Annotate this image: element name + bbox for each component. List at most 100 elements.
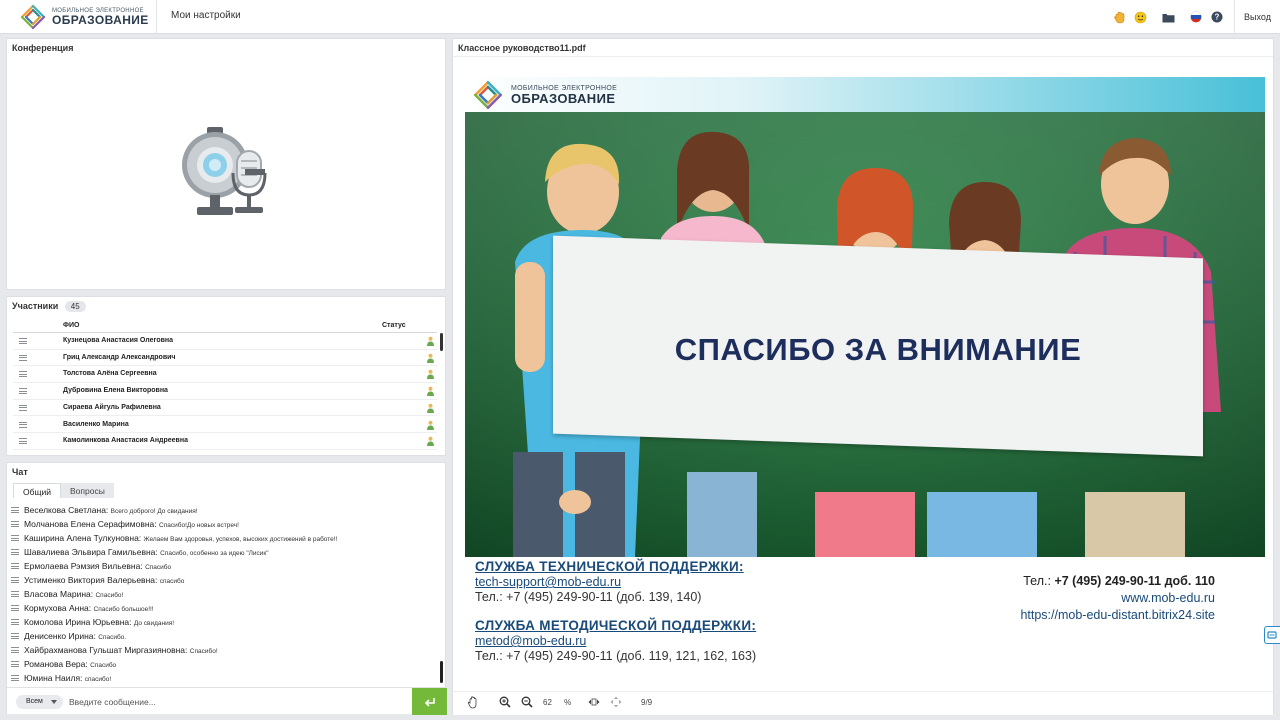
chat-message-author: Веселкова Светлана: Всего доброго! До св… [24,505,198,515]
send-button[interactable] [412,688,447,715]
chat-message-menu-icon[interactable] [11,647,19,653]
chat-title: Чат [12,467,28,477]
participant-row[interactable]: Толстова Алёна Сергеевна [13,366,437,383]
chat-message: Денисенко Ирина: Спасибо. [11,630,439,644]
chat-message-menu-icon[interactable] [11,675,19,681]
participant-status-icon [427,336,434,346]
chat-message-menu-icon[interactable] [11,577,19,583]
tech-support-phone: Тел.: +7 (495) 249-90-11 (доб. 139, 140) [475,590,702,604]
top-divider [156,0,157,34]
participant-menu-icon[interactable] [19,388,27,395]
chat-message-menu-icon[interactable] [11,535,19,541]
contact-phone-prefix: Тел.: [1023,574,1055,588]
chat-message-menu-icon[interactable] [11,521,19,527]
my-settings-link[interactable]: Мои настройки [171,10,241,21]
webcam-microphone-icon [182,127,267,215]
zoom-out-icon[interactable] [521,696,533,710]
chat-message-menu-icon[interactable] [11,661,19,667]
send-enter-icon [424,697,435,707]
participant-status-icon [427,420,434,430]
participant-name: Сираева Айгуль Рафилевна [63,403,161,411]
participant-name: Камолинкова Анастасия Андреевна [63,437,188,445]
chat-message: Каширина Алена Тулкуновна: Желаем Вам зд… [11,532,439,546]
chat-author-name: Романова Вера: [24,659,88,669]
general-contacts: Тел.: +7 (495) 249-90-11 доб. 110 www.mo… [1020,574,1215,622]
method-support-email-link[interactable]: metod@mob-edu.ru [475,634,756,648]
chat-message-author: Комолова Ирина Юрьевна: До свидания! [24,617,174,627]
hand-tool-icon[interactable] [467,696,479,711]
participant-row[interactable]: Гриц Александр Александрович [13,350,437,367]
help-icon[interactable]: ? [1210,10,1224,24]
chat-message-partial [11,498,439,503]
chat-message-text: Всего доброго! До свидания! [110,508,198,515]
chat-author-name: Кормухова Анна: [24,603,92,613]
document-filename: Классное руководство11.pdf [458,43,586,53]
chat-message-text: Спасибо [90,662,117,669]
fit-width-icon[interactable] [588,698,600,708]
chat-message-menu-icon[interactable] [11,633,19,639]
fit-page-icon[interactable] [610,696,622,710]
document-toolbar: 62 % 9/9 [453,691,1273,715]
chat-message-menu-icon[interactable] [11,563,19,569]
participant-row[interactable]: Камолинкова Анастасия Андреевна [13,433,437,450]
column-header-name[interactable]: ФИО [63,322,79,329]
document-page[interactable]: МОБИЛЬНОЕ ЭЛЕКТРОННОЕ ОБРАЗОВАНИЕ СПАСИБ… [465,77,1265,669]
slide-logo-big-text: ОБРАЗОВАНИЕ [511,91,616,106]
participant-menu-icon[interactable] [19,438,27,445]
tech-support-email-link[interactable]: tech-support@mob-edu.ru [475,575,756,589]
chat-message-text: Спасибо! [95,592,124,599]
participant-row[interactable]: Дубровина Елена Викторовна [13,383,437,400]
exit-button[interactable]: Выход [1234,0,1280,34]
conference-video-area[interactable] [7,57,445,289]
emoji-icon[interactable] [1133,10,1147,24]
chat-message: Романова Вера: Спасибо [11,658,439,672]
chat-message-menu-icon[interactable] [11,507,19,513]
top-bar: МОБИЛЬНОЕ ЭЛЕКТРОННОЕ ОБРАЗОВАНИЕ Мои на… [0,0,1280,34]
participant-row[interactable]: Василенко Марина [13,417,437,433]
chat-author-name: Юмина Наиля: [24,673,83,683]
message-input[interactable] [69,694,409,709]
hand-icon[interactable] [1112,10,1126,24]
chat-message-text: Спасибо! [189,648,218,655]
participant-menu-icon[interactable] [19,371,27,378]
contact-site-link[interactable]: www.mob-edu.ru [1020,591,1215,605]
folder-icon[interactable] [1161,10,1175,24]
participant-row[interactable]: Сираева Айгуль Рафилевна [13,400,437,417]
zoom-level[interactable]: 62 % [543,698,571,707]
participant-status-icon [427,353,434,363]
zoom-in-icon[interactable] [499,696,511,710]
document-viewer: Классное руководство11.pdf МОБИЛЬНОЕ ЭЛЕ… [452,38,1274,715]
chat-message-menu-icon[interactable] [11,549,19,555]
tab-questions[interactable]: Вопросы [60,483,114,498]
chat-scrollbar[interactable] [440,661,443,683]
chat-author-name: Веселкова Светлана: [24,505,109,515]
recipient-select[interactable]: Всем [16,695,63,709]
slide-logo: МОБИЛЬНОЕ ЭЛЕКТРОННОЕ ОБРАЗОВАНИЕ [473,80,617,110]
contact-phone: Тел.: +7 (495) 249-90-11 доб. 110 [1020,574,1215,588]
participant-name: Толстова Алёна Сергеевна [63,370,157,378]
tab-general[interactable]: Общий [13,483,61,498]
chat-message: Веселкова Светлана: Всего доброго! До св… [11,504,439,518]
participant-menu-icon[interactable] [19,338,27,344]
method-support-phone: Тел.: +7 (495) 249-90-11 (доб. 119, 121,… [475,649,757,663]
chat-message-menu-icon[interactable] [11,619,19,625]
chat-message-text: Спасибо!До новых встреч! [159,522,239,529]
participant-menu-icon[interactable] [19,404,27,411]
app-logo[interactable]: МОБИЛЬНОЕ ЭЛЕКТРОННОЕ ОБРАЗОВАНИЕ [20,3,149,31]
chat-author-name: Комолова Ирина Юрьевна: [24,617,132,627]
participant-row[interactable]: Кузнецова Анастасия Олеговна [13,333,437,350]
chat-message-menu-icon[interactable] [11,605,19,611]
contact-portal-link[interactable]: https://mob-edu-distant.bitrix24.site [1020,608,1215,622]
column-header-status[interactable]: Статус [382,322,406,329]
participant-menu-icon[interactable] [19,354,27,361]
chat-message-menu-icon[interactable] [11,591,19,597]
chat-panel: Чат Общий Вопросы Веселкова Светлана: Вс… [6,462,447,715]
participant-menu-icon[interactable] [19,421,27,428]
chat-message-text: До свидания! [133,620,175,627]
participant-status-icon [427,436,434,447]
slide-logo-mark-icon [474,81,502,109]
chat-message-author: Хайбрахманова Гульшат Миргазияновна: Спа… [24,645,218,655]
side-panel-toggle[interactable] [1264,626,1280,644]
russian-flag-icon[interactable] [1189,10,1203,24]
participants-scrollbar[interactable] [440,333,443,351]
